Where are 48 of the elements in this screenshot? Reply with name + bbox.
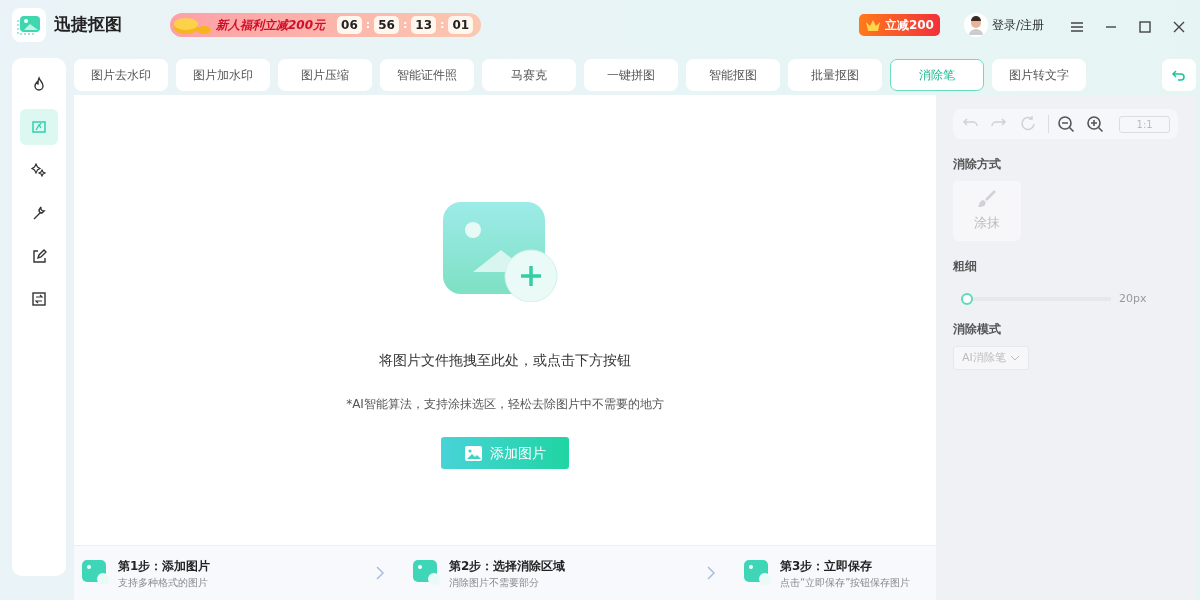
step-image-icon xyxy=(82,560,110,586)
timer-digits: 56 xyxy=(374,16,399,34)
tab[interactable]: 图片加水印 xyxy=(176,58,270,91)
promo-text: 新人福利立减200元 xyxy=(216,17,326,34)
timer-separator: : xyxy=(402,16,408,33)
section-label: 粗细 xyxy=(953,258,978,275)
upload-hint: *AI智能算法，支持涂抹选区，轻松去除图片中不需要的地方 xyxy=(346,396,664,413)
tab[interactable]: 图片压缩 xyxy=(278,58,372,91)
timer-digits: 13 xyxy=(411,16,436,34)
promo-banner[interactable]: 新人福利立减200元 06 : 56 : 13 : 01 xyxy=(170,13,482,37)
image-icon xyxy=(464,445,482,461)
tab[interactable]: 图片去水印 xyxy=(74,58,168,91)
upload-prompt: 将图片文件拖拽至此处，或点击下方按钮 xyxy=(379,351,631,370)
size-reading: 20px xyxy=(1119,291,1147,307)
slider-thumb[interactable] xyxy=(961,293,973,306)
caret-icon xyxy=(1009,354,1020,361)
tab[interactable]: 批量抠图 xyxy=(788,58,882,91)
crown-icon xyxy=(864,18,881,32)
step-title: 第1步：添加图片 xyxy=(118,557,212,575)
brush-icon xyxy=(977,189,997,210)
convert-icon xyxy=(30,290,48,308)
timer-digits: 06 xyxy=(337,16,362,34)
step-image-icon xyxy=(744,560,772,586)
sparkle-icon xyxy=(30,161,48,179)
tab[interactable]: 智能抠图 xyxy=(686,58,780,91)
step-image-icon xyxy=(413,560,441,586)
step-title: 第2步：选择消除区域 xyxy=(449,557,567,575)
tab[interactable]: 一键拼图 xyxy=(584,58,678,91)
chevron-icon xyxy=(375,565,385,581)
image-edit-icon xyxy=(30,118,48,136)
timer-separator: : xyxy=(440,16,445,33)
section-label: 消除模式 xyxy=(953,320,1002,338)
back-icon xyxy=(1172,69,1186,82)
tab[interactable]: 马赛克 xyxy=(482,58,576,91)
tab[interactable]: 图片转文字 xyxy=(992,58,1086,91)
login-button[interactable]: 登录/注册 xyxy=(963,13,1044,37)
tab[interactable]: 智能证件照 xyxy=(380,58,474,91)
step-title: 第3步：立即保存 xyxy=(780,557,874,575)
timer-digits: 01 xyxy=(448,16,474,34)
step-subtitle: 支持多种格式的图片 xyxy=(118,575,209,590)
app-title: 迅捷抠图 xyxy=(54,13,122,37)
step-subtitle: 消除图片不需要部分 xyxy=(449,575,540,590)
section-label: 消除方式 xyxy=(953,156,1002,173)
chevron-icon xyxy=(706,565,716,581)
timer-separator: : xyxy=(365,16,371,33)
edit-icon xyxy=(30,247,48,265)
step-subtitle: 点击“立即保存”按钮保存图片 xyxy=(780,575,912,590)
app-logo xyxy=(12,8,46,42)
